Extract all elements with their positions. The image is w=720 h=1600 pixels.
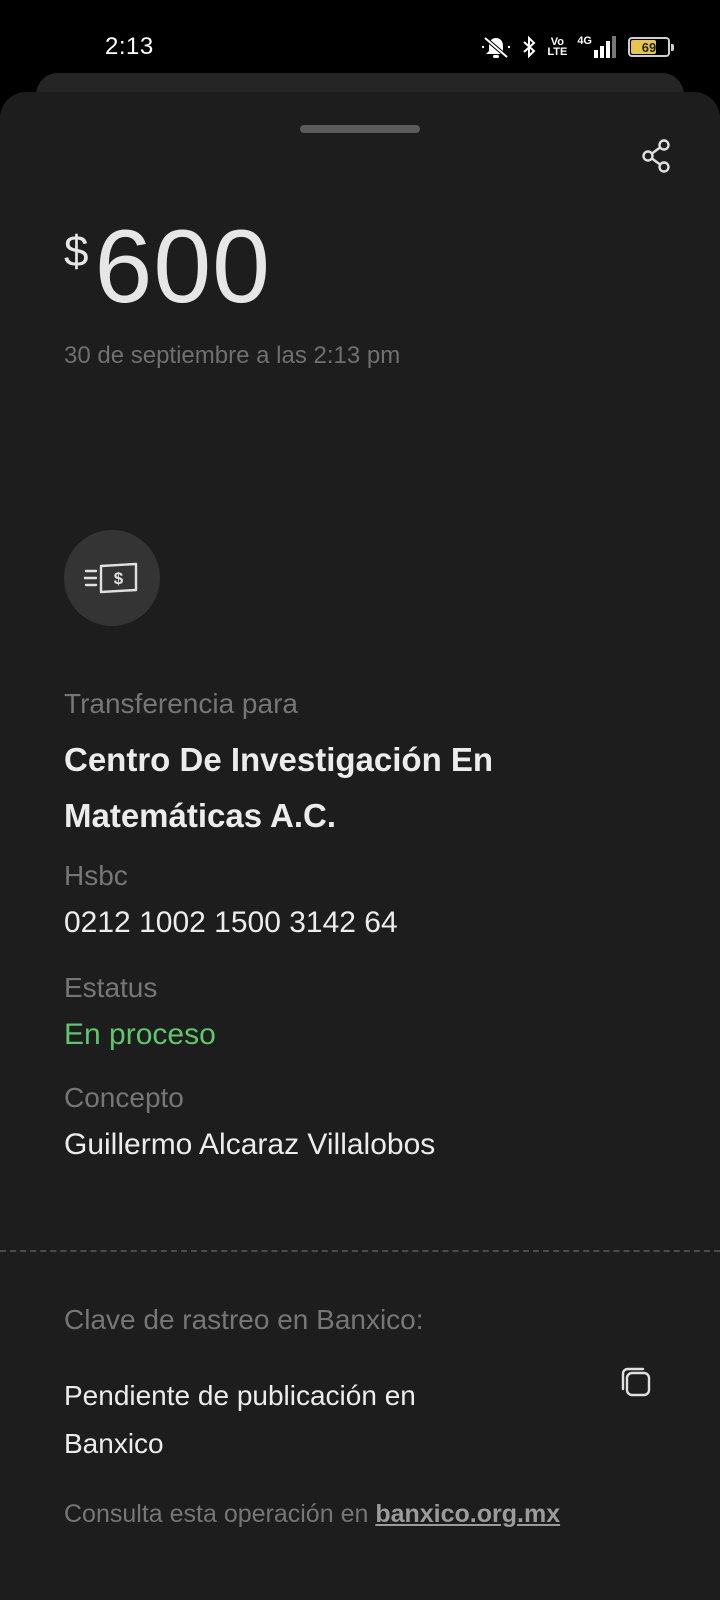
- money-transfer-icon: $: [64, 530, 160, 626]
- concept-value: Guillermo Alcaraz Villalobos: [64, 1128, 436, 1161]
- bluetooth-icon: [521, 35, 537, 59]
- copy-icon: [621, 1367, 651, 1397]
- tracking-label: Clave de rastreo en Banxico:: [64, 1304, 424, 1335]
- recipient-name: Centro De Investigación En Matemáticas A…: [64, 741, 494, 834]
- status-value: En proceso: [64, 1018, 216, 1051]
- status-label: Estatus: [64, 972, 158, 1003]
- drag-handle[interactable]: [300, 125, 420, 133]
- battery-level: 69: [641, 39, 657, 55]
- section-divider: [0, 1250, 720, 1252]
- transaction-detail-sheet: $ 600 30 de septiembre a las 2:13 pm $ T…: [0, 92, 720, 1600]
- signal-icon: 4G: [577, 36, 618, 58]
- currency-symbol: $: [64, 227, 89, 276]
- share-icon: [642, 139, 670, 173]
- volte-bottom: LTE: [547, 46, 568, 58]
- amount-value: 600: [94, 209, 272, 325]
- svg-text:$: $: [114, 569, 124, 588]
- footer-text: Consulta esta operación en: [64, 1500, 376, 1528]
- transaction-amount: $ 600: [64, 207, 271, 327]
- mute-icon: [481, 35, 511, 59]
- account-number: 0212 1002 1500 3142 64: [64, 906, 398, 939]
- bank-name: Hsbc: [64, 860, 128, 891]
- concept-label: Concepto: [64, 1082, 184, 1113]
- share-button[interactable]: [636, 136, 676, 176]
- copy-button[interactable]: [616, 1362, 656, 1402]
- tracking-value: Pendiente de publicación en Banxico: [64, 1380, 416, 1459]
- recipient-label: Transferencia para: [64, 688, 298, 719]
- status-time: 2:13: [105, 33, 154, 60]
- status-icons: Vo LTE 4G 69: [481, 34, 674, 60]
- volte-icon: Vo LTE: [547, 37, 568, 58]
- banxico-link[interactable]: banxico.org.mx: [375, 1500, 560, 1528]
- banxico-footer: Consulta esta operación en banxico.org.m…: [64, 1500, 560, 1529]
- transaction-date: 30 de septiembre a las 2:13 pm: [64, 342, 401, 369]
- battery-icon: 69: [628, 37, 674, 57]
- network-type: 4G: [577, 35, 592, 47]
